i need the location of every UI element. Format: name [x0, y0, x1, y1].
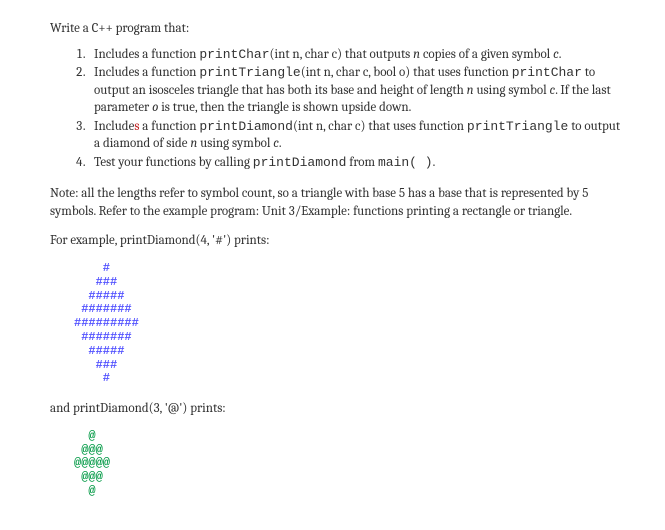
- code-text: printChar: [512, 65, 582, 80]
- diamond-output-2: @ @@@ @@@@@ @@@ @: [74, 430, 625, 499]
- intro-text: Write a C++ program that:: [50, 20, 625, 38]
- code-text: main( ): [378, 155, 433, 170]
- note-text: Note: all the lengths refer to symbol co…: [50, 185, 625, 220]
- text: .: [433, 155, 436, 170]
- text: using symbol: [197, 136, 273, 151]
- italic-text: n: [467, 83, 474, 98]
- code-text: printDiamond: [253, 155, 347, 170]
- text: Include: [94, 119, 134, 134]
- list-item: Includes a function printTriangle(int n,…: [88, 64, 625, 117]
- text: a function: [139, 119, 199, 134]
- text: copies of a given symbol: [420, 47, 553, 62]
- list-item: Includes a function printChar(int n, cha…: [88, 46, 625, 64]
- code-text: printTriangle: [199, 65, 300, 80]
- text: (int n, char c) that uses function: [293, 119, 467, 134]
- text: Test your functions by calling: [94, 155, 253, 170]
- list-item: Includes a function printDiamond(int n, …: [88, 118, 625, 153]
- diamond-output-1: # ### ##### ####### ######### ####### ##…: [74, 262, 625, 386]
- code-text: printChar: [199, 47, 269, 62]
- code-text: printDiamond: [199, 119, 293, 134]
- example-intro: For example, printDiamond(4, '#') prints…: [50, 232, 625, 250]
- text: is true, then the triangle is shown upsi…: [158, 100, 411, 115]
- text: Includes a function: [94, 47, 199, 62]
- list-item: Test your functions by calling printDiam…: [88, 154, 625, 172]
- code-text: printTriangle: [467, 119, 568, 134]
- text: .: [279, 136, 282, 151]
- requirements-list: Includes a function printChar(int n, cha…: [50, 46, 625, 172]
- text: (int n, char c) that outputs: [270, 47, 414, 62]
- text: (int n, char c, bool o) that uses functi…: [301, 65, 512, 80]
- text: .: [559, 47, 562, 62]
- example-intro-2: and printDiamond(3, '@') prints:: [50, 400, 625, 418]
- text: using symbol: [474, 83, 550, 98]
- text: from: [346, 155, 378, 170]
- text: Includes a function: [94, 65, 199, 80]
